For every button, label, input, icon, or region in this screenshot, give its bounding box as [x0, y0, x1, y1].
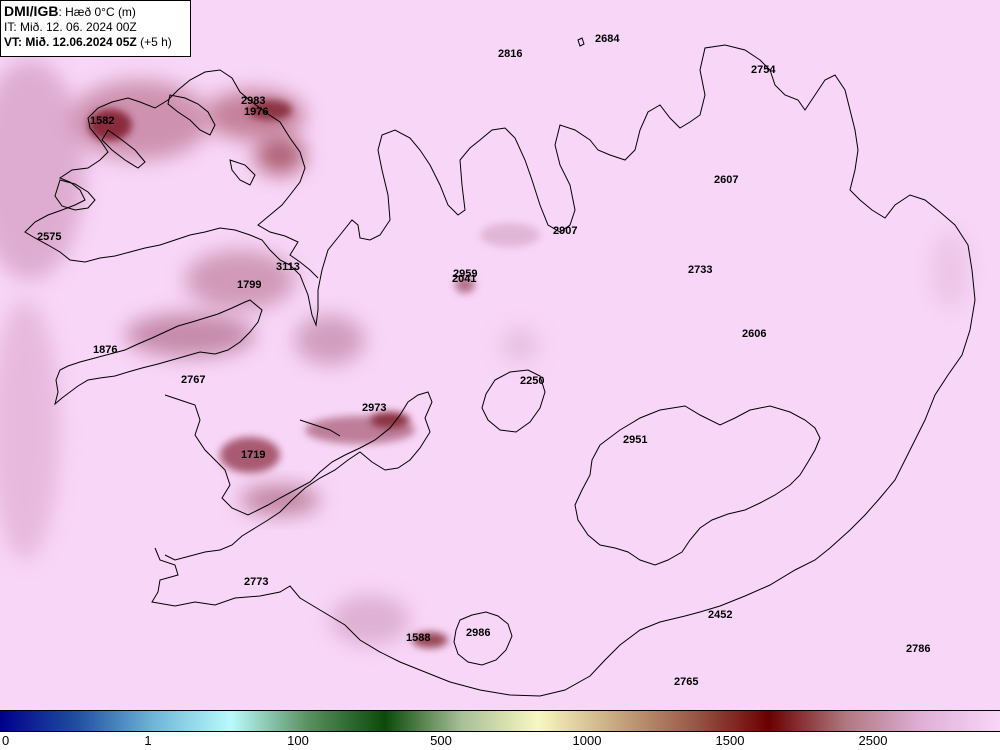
colorbar-tick-2500: 2500: [858, 733, 888, 748]
forecast-info-box: DMI/IGB: Hæð 0°C (m) IT: Mið. 12. 06. 20…: [0, 0, 191, 57]
value-label-1588: 1588: [406, 632, 430, 644]
valid-time-row: VT: Mið. 12.06.2024 05Z (+5 h): [4, 35, 190, 50]
value-label-2575: 2575: [37, 231, 61, 243]
init-time: IT: Mið. 12. 06. 2024 00Z: [4, 20, 137, 34]
value-label-2733: 2733: [688, 264, 712, 276]
colorbar: 0 1 100 500 1000 1500 2500: [0, 710, 1000, 750]
value-label-2767: 2767: [181, 374, 205, 386]
source-label: DMI/IGB: [4, 3, 59, 19]
colorbar-tick-100: 100: [287, 733, 309, 748]
value-label-2786: 2786: [906, 643, 930, 655]
value-label-1876: 1876: [93, 344, 117, 356]
value-label-2907: 2907: [553, 225, 577, 237]
value-label-1976: 1976: [244, 106, 268, 118]
value-label-2973: 2973: [362, 402, 386, 414]
value-label-2684: 2684: [595, 33, 620, 45]
colorbar-tick-500: 500: [430, 733, 452, 748]
colorbar-gradient: [0, 710, 1000, 732]
parameter-label: : Hæð 0°C (m): [58, 5, 136, 19]
value-label-2250: 2250: [520, 375, 544, 387]
forecast-title: DMI/IGB: Hæð 0°C (m): [4, 4, 190, 20]
value-label-2951: 2951: [623, 434, 647, 446]
value-label-2041: 2041: [452, 273, 476, 285]
colorbar-tick-0: 0: [2, 733, 10, 748]
forecast-lead: (+5 h): [136, 35, 172, 49]
value-label-3113: 3113: [276, 261, 300, 273]
value-label-1799: 1799: [237, 279, 261, 291]
map: 2816 2684 2754 2983 1976 1582 2607 2575 …: [0, 0, 1000, 710]
value-label-2773: 2773: [244, 576, 268, 588]
value-label-2986: 2986: [466, 627, 490, 639]
value-label-2754: 2754: [751, 64, 776, 76]
colorbar-tick-1: 1: [144, 733, 152, 748]
value-label-1719: 1719: [241, 449, 265, 461]
value-label-1582: 1582: [90, 115, 114, 127]
colorbar-tick-1000: 1000: [572, 733, 602, 748]
value-label-2765: 2765: [674, 676, 698, 688]
value-label-2452: 2452: [708, 609, 732, 621]
value-label-2606: 2606: [742, 328, 766, 340]
value-label-2816: 2816: [498, 48, 522, 60]
colorbar-tick-1500: 1500: [715, 733, 745, 748]
value-label-2607: 2607: [714, 174, 738, 186]
valid-time: VT: Mið. 12.06.2024 05Z: [4, 35, 137, 49]
